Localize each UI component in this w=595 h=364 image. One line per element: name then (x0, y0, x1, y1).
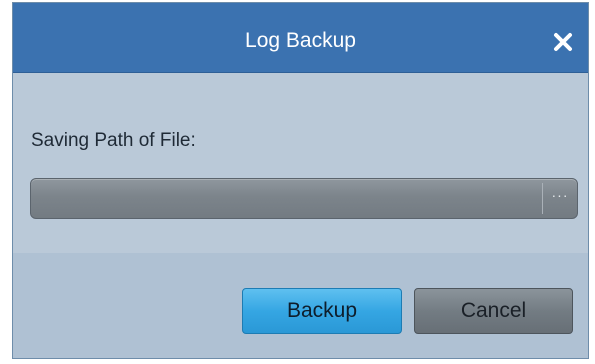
dialog-body (13, 73, 588, 253)
log-backup-dialog: Log Backup Saving Path of File: ··· Back… (12, 2, 589, 359)
browse-button[interactable]: ··· (543, 179, 577, 218)
backup-button[interactable]: Backup (242, 288, 402, 334)
close-icon-glyph (554, 33, 572, 51)
saving-path-label: Saving Path of File: (31, 130, 196, 151)
close-icon[interactable] (552, 31, 574, 53)
cancel-button[interactable]: Cancel (414, 288, 573, 334)
saving-path-field: ··· (30, 178, 578, 220)
dialog-titlebar: Log Backup (13, 3, 588, 73)
saving-path-input[interactable] (37, 179, 541, 220)
dialog-title: Log Backup (245, 29, 356, 52)
